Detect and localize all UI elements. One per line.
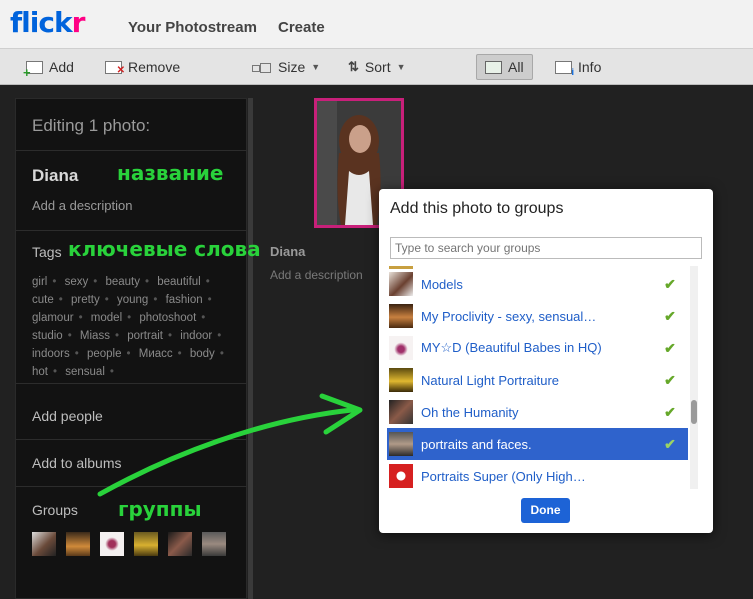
dialog-title: Add this photo to groups <box>390 200 564 217</box>
group-name: MY☆D (Beautiful Babes in HQ) <box>421 340 602 355</box>
add-to-groups-dialog: Add this photo to groups Models✔My Procl… <box>379 189 713 533</box>
group-thumbnail <box>389 464 413 488</box>
group-name: portraits and faces. <box>421 436 532 452</box>
group-thumbnail <box>389 336 413 360</box>
checkmark-icon[interactable]: ✔ <box>662 404 678 421</box>
group-list: Models ✔ My Proclivity - sexy, sensual… ✔ MY… <box>387 266 696 489</box>
group-list-item[interactable]: Models ✔ <box>387 268 688 300</box>
group-list-item[interactable]: Natural Light Portraiture ✔ <box>387 364 688 396</box>
checkmark-icon[interactable]: ✔ <box>662 340 678 357</box>
group-list-item[interactable]: My Proclivity - sexy, sensual… ✔ <box>387 300 688 332</box>
checkmark-icon[interactable]: ✔ <box>662 308 678 325</box>
group-name: Portraits Super (Only High… <box>421 468 586 484</box>
group-name: My Proclivity - sexy, sensual… <box>421 308 597 324</box>
group-list-item[interactable]: Oh the Humanity ✔ <box>387 396 688 428</box>
group-thumbnail <box>389 432 413 456</box>
group-thumbnail <box>389 368 413 392</box>
group-name: Oh the Humanity <box>421 404 519 420</box>
done-button[interactable]: Done <box>521 498 570 523</box>
group-name: Models <box>421 276 463 292</box>
checkmark-icon[interactable]: ✔ <box>662 276 678 293</box>
group-name: Natural Light Portraiture <box>421 372 560 388</box>
scrollbar-thumb[interactable] <box>691 400 697 424</box>
group-list-item[interactable]: Portraits Super (Only High… <box>387 460 688 489</box>
group-search-input[interactable] <box>390 237 702 259</box>
group-list-item[interactable]: portraits and faces. ✔ <box>387 428 688 460</box>
checkmark-icon[interactable]: ✔ <box>662 372 678 389</box>
group-list-item[interactable]: MY☆D (Beautiful Babes in HQ) ✔ <box>387 332 688 364</box>
group-list-scrollbar[interactable] <box>690 266 698 489</box>
group-thumbnail <box>389 400 413 424</box>
checkmark-icon[interactable]: ✔ <box>662 436 678 453</box>
group-thumbnail <box>389 272 413 296</box>
group-thumbnail <box>389 304 413 328</box>
